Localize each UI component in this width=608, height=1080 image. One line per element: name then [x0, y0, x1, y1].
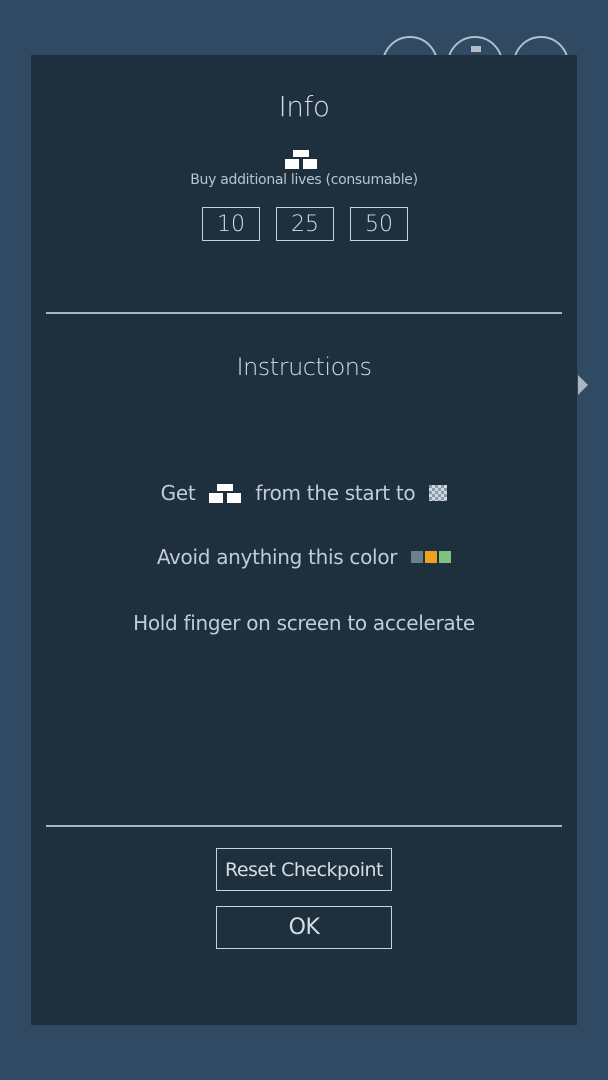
buy-50-lives-button[interactable]: 50 [350, 207, 408, 241]
buy-lives-subtitle: Buy additional lives (consumable) [190, 172, 418, 188]
player-block-icon [209, 483, 242, 503]
instruction-accelerate-text: Hold finger on screen to accelerate [133, 611, 475, 635]
info-title: Info [278, 90, 331, 123]
divider [46, 825, 562, 827]
buy-10-lives-button[interactable]: 10 [202, 207, 260, 241]
instructions-title: Instructions [236, 353, 372, 381]
hazard-swatch-orange [425, 551, 438, 563]
hazard-color-swatches [411, 551, 452, 563]
hazard-swatch-gray [411, 551, 424, 563]
instruction-goal-text: from the start to [255, 481, 416, 505]
finish-checker-icon [429, 485, 448, 501]
buy-25-lives-button[interactable]: 25 [276, 207, 334, 241]
instruction-avoid: Avoid anything this color [31, 545, 577, 569]
instruction-goal-prefix: Get [160, 481, 196, 505]
divider [46, 312, 562, 314]
reset-checkpoint-button[interactable]: Reset Checkpoint [216, 848, 392, 891]
ok-button[interactable]: OK [216, 906, 392, 949]
hazard-swatch-green [439, 551, 452, 563]
instruction-avoid-text: Avoid anything this color [156, 545, 398, 569]
instruction-accelerate: Hold finger on screen to accelerate [31, 611, 577, 635]
info-dialog: Info Buy additional lives (consumable) 1… [31, 55, 577, 1025]
instruction-goal: Get from the start to [31, 481, 577, 505]
next-arrow-icon [578, 375, 588, 395]
lives-options: 10 25 50 [202, 207, 408, 241]
player-block-icon [285, 150, 317, 169]
